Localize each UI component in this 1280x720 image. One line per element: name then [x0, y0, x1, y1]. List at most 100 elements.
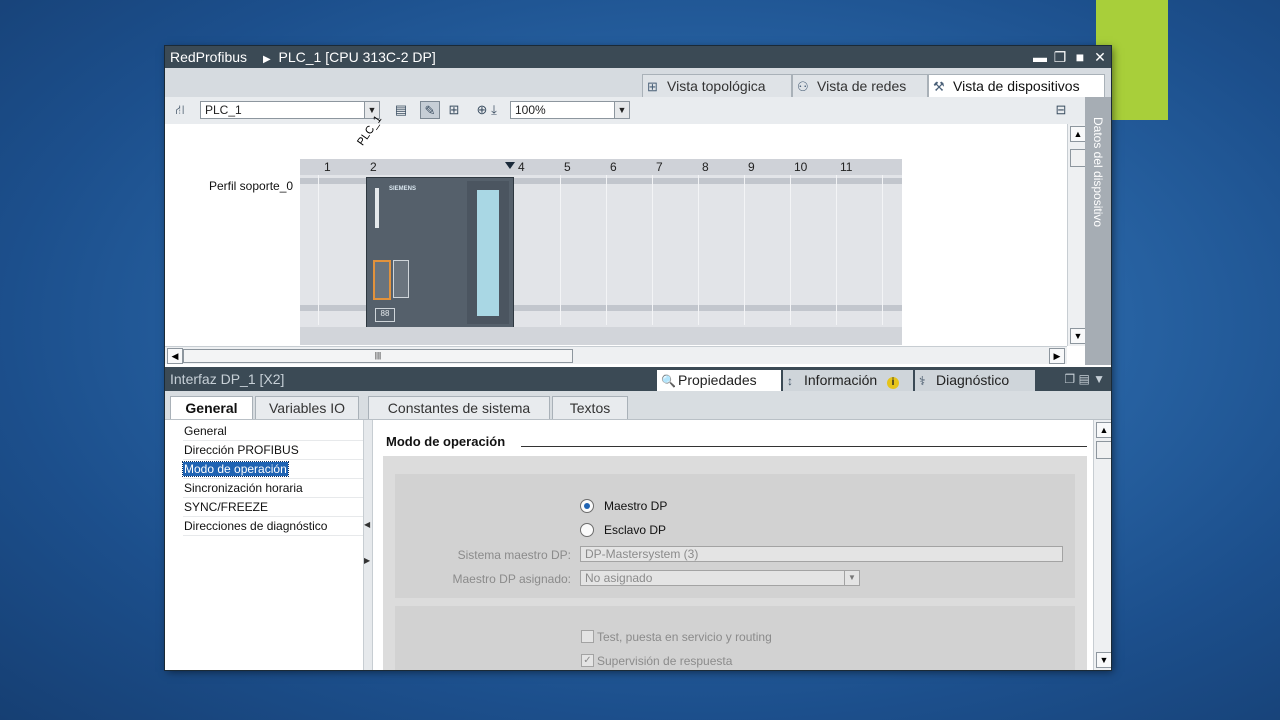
content-vertical-scrollbar[interactable]: ▲ ▼: [1093, 420, 1111, 670]
rack-name: Perfil soporte_0: [209, 179, 294, 193]
response-supervision-checkbox[interactable]: ✓: [581, 654, 594, 667]
device-select-value: PLC_1: [205, 103, 242, 117]
horizontal-scroll-thumb[interactable]: |||: [183, 349, 573, 363]
slot-number: 8: [702, 160, 709, 174]
slot-number: 10: [794, 160, 808, 174]
nav-splitter[interactable]: ◀ ▶: [363, 420, 373, 670]
inspector-header: Interfaz DP_1 [X2] 🔍 Propiedades ↕ Informa…: [165, 367, 1111, 391]
nav-divider: [183, 497, 363, 498]
nav-item-diagnostic-addresses[interactable]: Direcciones de diagnóstico: [183, 519, 328, 533]
master-system-value: DP-Mastersystem (3): [585, 547, 699, 561]
inspector-controls[interactable]: ❐ ▤ ▼: [1064, 367, 1105, 391]
topology-view-icon: ⊞: [647, 79, 658, 94]
subtab-texts[interactable]: Textos: [552, 396, 628, 419]
property-nav-tree: General Dirección PROFIBUS Modo de opera…: [165, 420, 371, 670]
scroll-thumb[interactable]: [1070, 149, 1086, 167]
scroll-left-icon[interactable]: ◀: [167, 348, 183, 364]
restore-button[interactable]: ❐: [1053, 46, 1067, 68]
breadcrumb-device[interactable]: PLC_1 [CPU 313C-2 DP]: [279, 49, 436, 65]
network-tool-icon[interactable]: ⛙: [170, 101, 190, 119]
nav-item-operating-mode[interactable]: Modo de operación: [182, 461, 289, 477]
tab-properties-label: Propiedades: [678, 372, 757, 388]
scroll-down-icon[interactable]: ▼: [1096, 652, 1111, 668]
nav-item-sync-freeze[interactable]: SYNC/FREEZE: [183, 500, 269, 514]
cpu-module[interactable]: SIEMENS 88: [366, 177, 514, 328]
device-data-side-tab[interactable]: Datos del dispositivo: [1085, 97, 1111, 365]
nav-divider: [183, 440, 363, 441]
diagnostics-group: Test, puesta en servicio y routing ✓ Sup…: [395, 606, 1075, 670]
chevron-down-icon[interactable]: ▼: [844, 571, 859, 585]
collapse-left-icon[interactable]: ◀: [364, 520, 370, 529]
slot-number: 4: [518, 160, 525, 174]
dp-port-x2[interactable]: [373, 260, 391, 300]
edit-mode-icon[interactable]: ✎: [420, 101, 440, 119]
rack-bottom: [300, 327, 902, 345]
slot-number: 2: [370, 160, 377, 174]
window-controls: ▬ ❐ ■ ✕: [1033, 46, 1107, 68]
overview-icon[interactable]: ⊟: [1051, 101, 1071, 119]
chevron-down-icon[interactable]: ▼: [614, 102, 629, 118]
master-dp-radio[interactable]: [580, 499, 594, 513]
network-view-icon: ⚇: [797, 79, 809, 94]
canvas-vertical-scrollbar[interactable]: ▲ ▼: [1067, 124, 1086, 346]
tab-information[interactable]: ↕ Información i: [783, 370, 913, 391]
slot-divider: [698, 175, 699, 325]
scroll-down-icon[interactable]: ▼: [1070, 328, 1086, 344]
slave-dp-radio[interactable]: [580, 523, 594, 537]
property-subtabs: General Variables IO Constantes de siste…: [165, 391, 1111, 420]
slot-divider: [560, 175, 561, 325]
close-button[interactable]: ✕: [1093, 46, 1107, 68]
info-badge-icon: i: [887, 377, 900, 389]
assigned-master-select[interactable]: No asignado ▼: [580, 570, 860, 586]
tab-diagnostics[interactable]: ⚕ Diagnóstico: [915, 370, 1035, 391]
maximize-button[interactable]: ■: [1073, 46, 1087, 68]
slot-header: 1 2 4 5 6 7 8 9 10 11: [300, 159, 902, 175]
scroll-up-icon[interactable]: ▲: [1096, 422, 1111, 438]
nav-divider: [183, 516, 363, 517]
nav-item-time-sync[interactable]: Sincronización horaria: [183, 481, 304, 495]
diagnostics-icon: ⚕: [919, 374, 926, 388]
nav-item-general[interactable]: General: [183, 424, 228, 438]
slot-number: 1: [324, 160, 331, 174]
subtab-io-variables[interactable]: Variables IO: [255, 396, 359, 419]
tab-network-label: Vista de redes: [817, 78, 907, 94]
tab-information-label: Información: [804, 372, 878, 388]
scroll-thumb[interactable]: [1096, 441, 1111, 459]
grid-icon[interactable]: ⊞: [444, 101, 464, 119]
integrated-io[interactable]: [477, 190, 499, 316]
tab-topology-view[interactable]: ⊞ Vista topológica: [642, 74, 792, 97]
slot-number: 7: [656, 160, 663, 174]
mpi-port-x1[interactable]: [393, 260, 409, 298]
zoom-select[interactable]: 100% ▼: [510, 101, 630, 119]
insert-marker-icon: [505, 162, 515, 169]
tab-network-view[interactable]: ⚇ Vista de redes: [792, 74, 928, 97]
canvas-horizontal-scrollbar[interactable]: ◀ ||| ▶: [165, 346, 1067, 364]
device-select[interactable]: PLC_1 ▼: [200, 101, 380, 119]
test-routing-checkbox[interactable]: [581, 630, 594, 643]
subtab-system-constants[interactable]: Constantes de sistema: [368, 396, 550, 419]
slot-number: 9: [748, 160, 755, 174]
scroll-right-icon[interactable]: ▶: [1049, 348, 1065, 364]
nav-item-profibus-address[interactable]: Dirección PROFIBUS: [183, 443, 300, 457]
rack-view-icon[interactable]: ▤: [391, 101, 411, 119]
tab-properties[interactable]: 🔍 Propiedades: [657, 370, 781, 391]
slot-divider: [652, 175, 653, 325]
expand-right-icon[interactable]: ▶: [364, 556, 370, 565]
zoom-value: 100%: [515, 103, 546, 117]
info-icon: ↕: [787, 374, 793, 388]
minimize-button[interactable]: ▬: [1033, 46, 1047, 68]
property-content: Modo de operación Maestro DP Esclavo DP …: [373, 420, 1093, 670]
assigned-master-value: No asignado: [585, 571, 653, 585]
device-canvas[interactable]: PLC_1 Perfil soporte_0 1 2 4 5 6 7 8 9 1…: [165, 114, 1067, 346]
subtab-general[interactable]: General: [170, 396, 253, 419]
side-tab-label: Datos del dispositivo: [1091, 117, 1105, 228]
zoom-dropdown-icon[interactable]: ⤓: [488, 101, 500, 119]
title-bar: RedProfibus ▶ PLC_1 [CPU 313C-2 DP] ▬ ❐ …: [165, 46, 1111, 68]
nav-divider: [183, 459, 363, 460]
slot-number: 11: [840, 160, 853, 174]
tab-device-view[interactable]: ⚒ Vista de dispositivos: [928, 74, 1105, 97]
master-system-label: Sistema maestro DP:: [457, 548, 571, 562]
breadcrumb-project[interactable]: RedProfibus: [170, 49, 247, 65]
rack[interactable]: 1 2 4 5 6 7 8 9 10 11 SIEMENS 88: [300, 159, 902, 345]
scroll-up-icon[interactable]: ▲: [1070, 126, 1086, 142]
